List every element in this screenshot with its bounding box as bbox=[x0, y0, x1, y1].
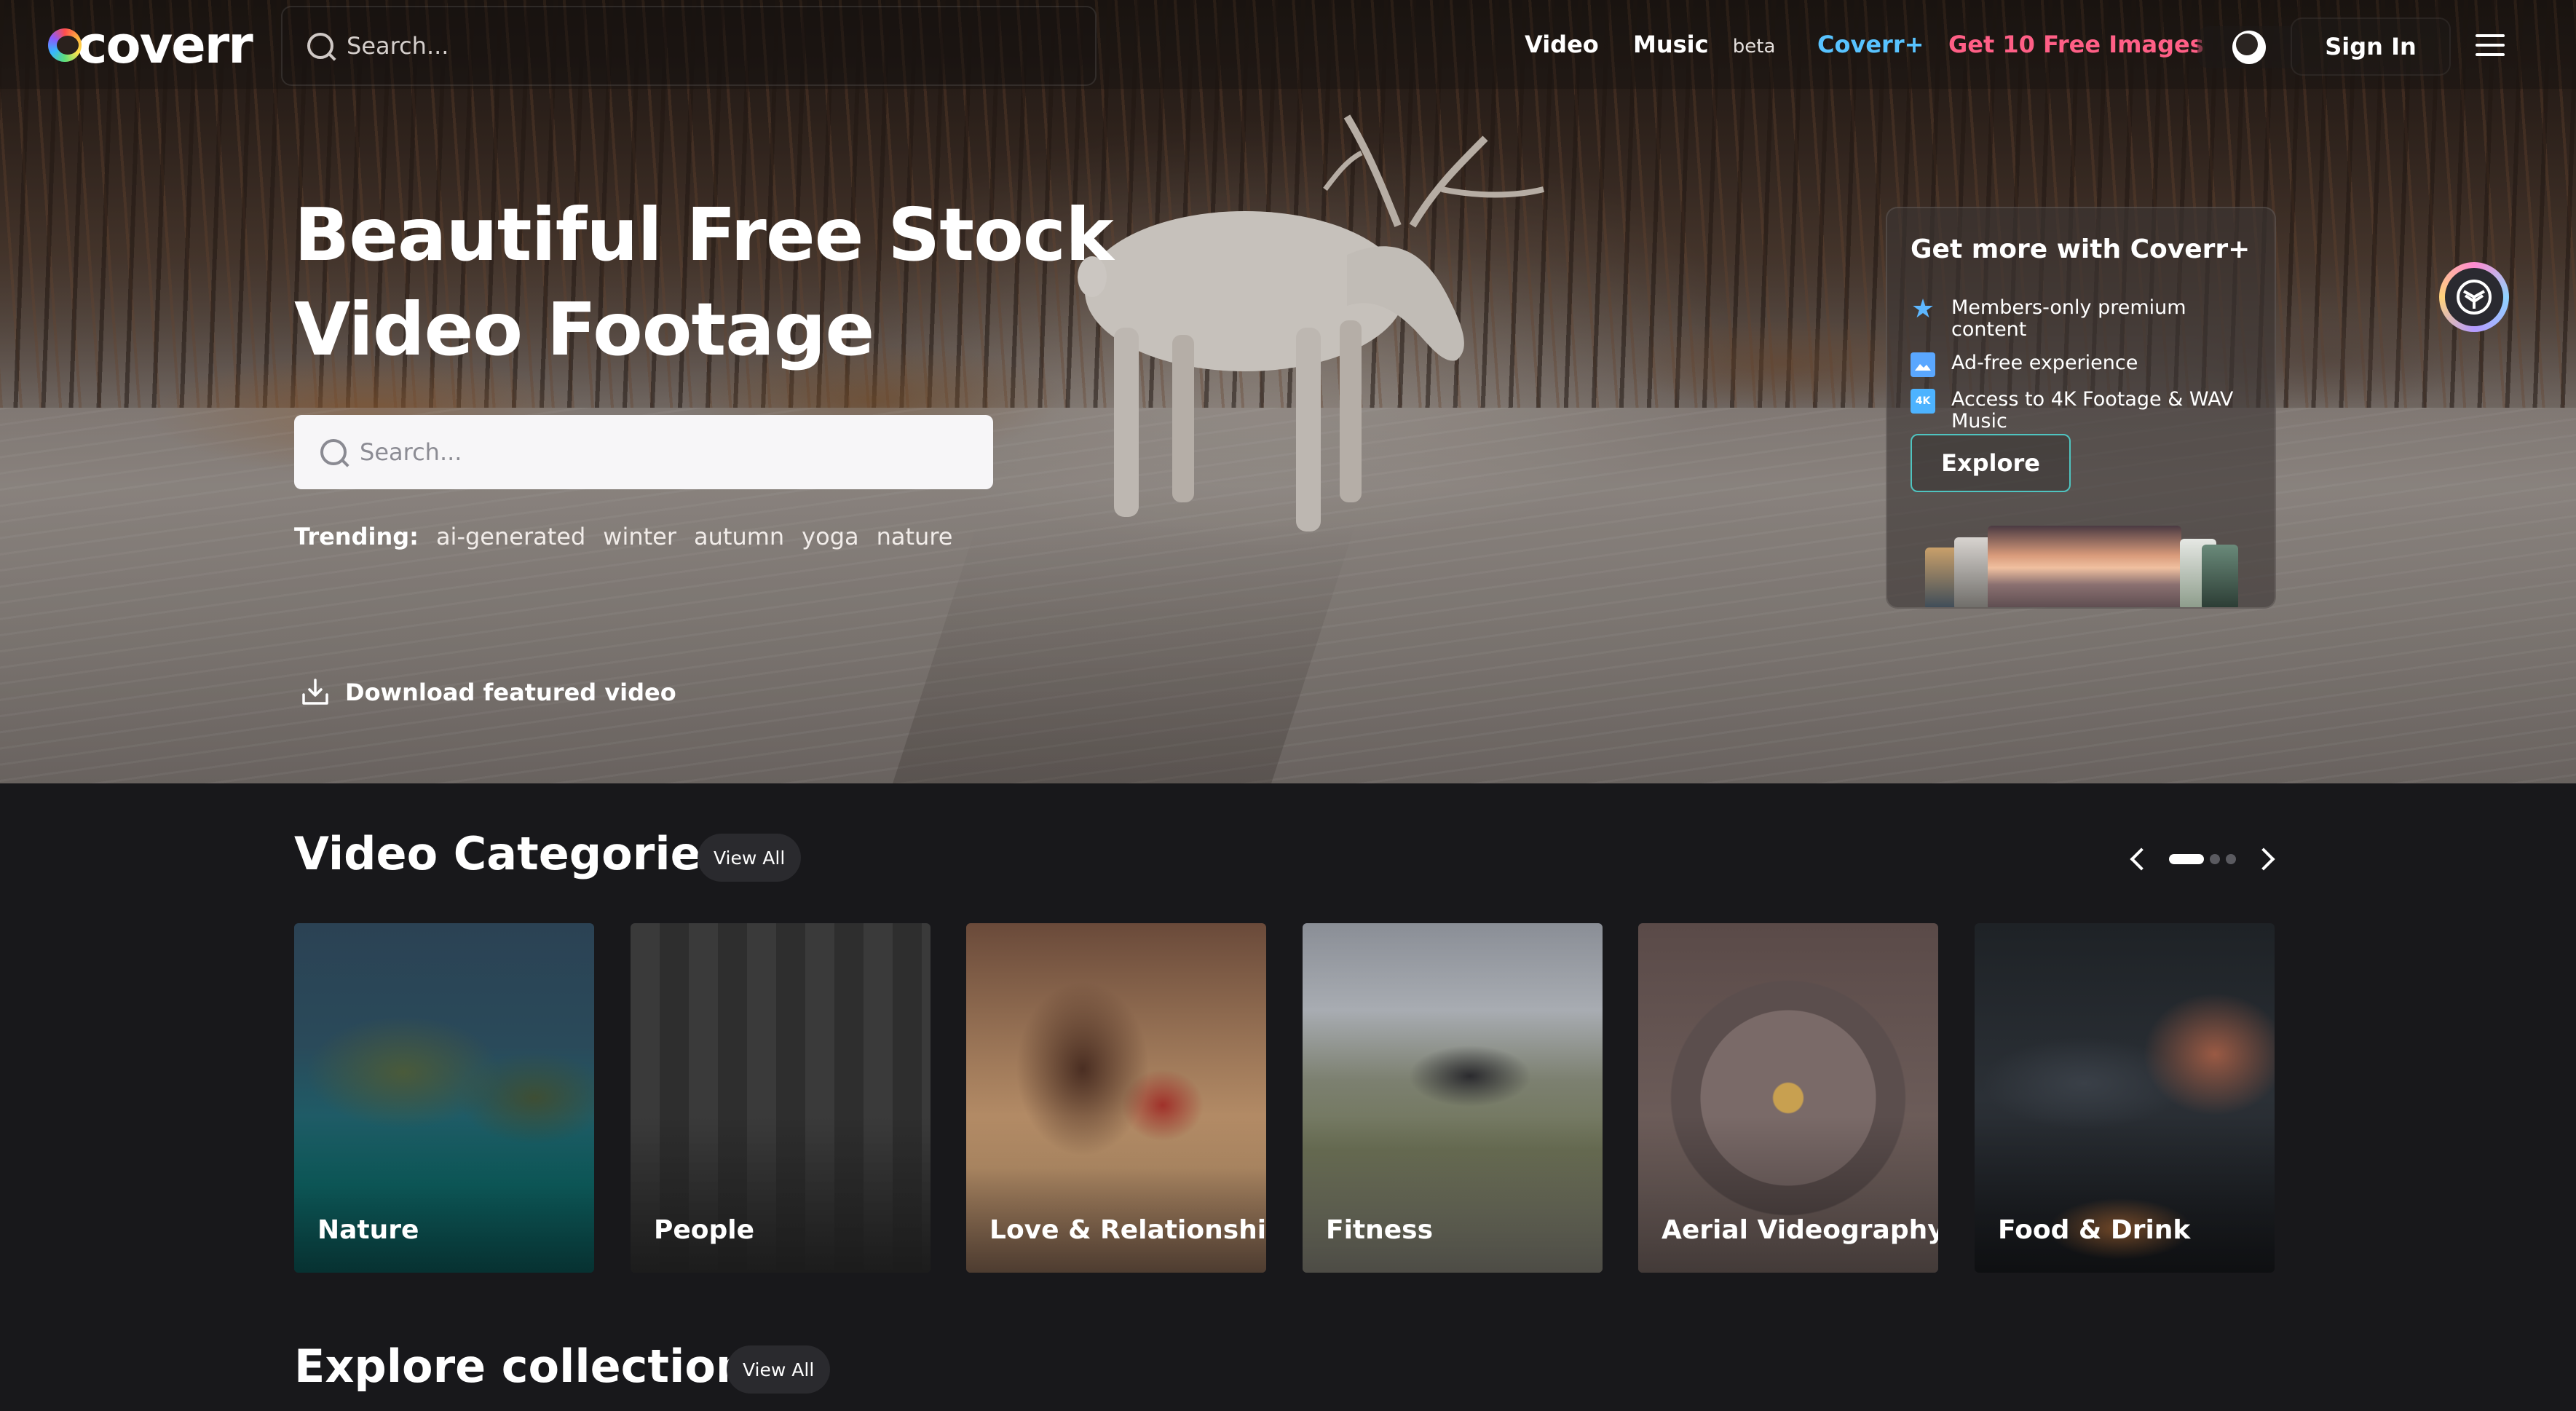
download-icon bbox=[302, 679, 328, 705]
download-featured-video-label: Download featured video bbox=[345, 679, 676, 706]
promo-preview-thumbnails bbox=[1925, 526, 2245, 607]
explore-collections-title: Explore collections bbox=[294, 1340, 775, 1393]
preview-thumbnail bbox=[2202, 545, 2238, 607]
carousel-dot[interactable] bbox=[2226, 854, 2236, 864]
coverr-logo[interactable]: coverr bbox=[48, 15, 253, 75]
category-card-food-drink[interactable]: Food & Drink bbox=[1975, 923, 2275, 1273]
trending-tag[interactable]: ai-generated bbox=[436, 523, 585, 550]
hero-title: Beautiful Free Stock Video Footage bbox=[294, 192, 1114, 372]
chevron-right-icon[interactable] bbox=[2252, 847, 2275, 871]
category-card-nature[interactable]: Nature bbox=[294, 923, 594, 1273]
category-card-people[interactable]: People bbox=[631, 923, 931, 1273]
categories-carousel-controls bbox=[2126, 845, 2279, 874]
promo-feature-label: Access to 4K Footage & WAV Music bbox=[1951, 388, 2234, 432]
trending-tag[interactable]: autumn bbox=[694, 523, 784, 550]
music-beta-badge: beta bbox=[1732, 36, 1776, 58]
logo-text: coverr bbox=[77, 15, 253, 75]
coverr-plus-promo-card: Get more with Coverr+ ★ Members-only pre… bbox=[1886, 207, 2276, 609]
ad-free-icon bbox=[1911, 352, 1935, 377]
hero-section: coverr Video Music beta Coverr+ Get 10 F… bbox=[0, 0, 2576, 783]
nav-link-free-images[interactable]: Get 10 Free Images bbox=[1948, 28, 2204, 61]
nav-search-bar[interactable] bbox=[281, 6, 1097, 86]
hamburger-icon[interactable] bbox=[2476, 32, 2505, 58]
category-card-love-relationships[interactable]: Love & Relationships bbox=[966, 923, 1266, 1273]
assistant-icon bbox=[2445, 268, 2503, 326]
category-card-aerial-videography[interactable]: Aerial Videography bbox=[1638, 923, 1938, 1273]
hero-search-bar[interactable] bbox=[294, 415, 993, 489]
top-navigation: coverr Video Music beta Coverr+ Get 10 F… bbox=[0, 0, 2576, 89]
category-card-fitness[interactable]: Fitness bbox=[1303, 923, 1603, 1273]
nav-link-music-label: Music bbox=[1633, 31, 1709, 58]
premium-star-icon: ★ bbox=[1911, 294, 1935, 324]
nav-link-music[interactable]: Music beta bbox=[1633, 28, 1775, 63]
carousel-dot[interactable] bbox=[2169, 854, 2204, 864]
video-categories-title: Video Categories bbox=[294, 827, 728, 880]
category-label: Food & Drink bbox=[1998, 1215, 2191, 1245]
promo-feature-list: ★ Members-only premium content Ad-free e… bbox=[1911, 294, 2260, 444]
logo-mark-icon bbox=[48, 28, 82, 62]
nav-link-video[interactable]: Video bbox=[1525, 28, 1599, 61]
4k-icon: 4K bbox=[1911, 389, 1935, 414]
trending-tag[interactable]: nature bbox=[877, 523, 953, 550]
search-icon bbox=[320, 439, 347, 465]
promo-feature: ★ Members-only premium content bbox=[1911, 294, 2260, 341]
hero-search-input[interactable] bbox=[360, 438, 986, 466]
promo-title: Get more with Coverr+ bbox=[1911, 234, 2251, 264]
chevron-left-icon[interactable] bbox=[2130, 847, 2153, 871]
promo-feature: 4K Access to 4K Footage & WAV Music bbox=[1911, 389, 2260, 432]
moon-icon bbox=[2232, 31, 2266, 64]
preview-thumbnail bbox=[1988, 526, 2181, 607]
nav-search-input[interactable] bbox=[347, 32, 1002, 60]
sign-in-button[interactable]: Sign In bbox=[2291, 17, 2451, 76]
category-label: Fitness bbox=[1326, 1215, 1434, 1245]
trending-tags: Trending: ai-generated winter autumn yog… bbox=[294, 523, 970, 550]
search-icon bbox=[307, 33, 333, 59]
trending-tag[interactable]: winter bbox=[603, 523, 676, 550]
category-label: People bbox=[654, 1215, 755, 1245]
category-label: Aerial Videography bbox=[1662, 1215, 1938, 1245]
category-label: Nature bbox=[317, 1215, 419, 1245]
promo-feature-label: Members-only premium content bbox=[1951, 296, 2186, 341]
download-featured-video-link[interactable]: Download featured video bbox=[300, 677, 676, 708]
categories-view-all-button[interactable]: View All bbox=[698, 834, 802, 882]
trending-label: Trending: bbox=[294, 523, 419, 550]
promo-feature: Ad-free experience bbox=[1911, 352, 2260, 377]
promo-feature-label: Ad-free experience bbox=[1951, 352, 2138, 374]
theme-toggle-button[interactable] bbox=[2197, 26, 2301, 68]
assistant-widget-button[interactable] bbox=[2439, 262, 2509, 332]
carousel-dot[interactable] bbox=[2210, 854, 2220, 864]
category-label: Love & Relationships bbox=[989, 1215, 1266, 1245]
explore-button[interactable]: Explore bbox=[1911, 434, 2071, 492]
carousel-pagination bbox=[2166, 854, 2239, 864]
collections-view-all-button[interactable]: View All bbox=[727, 1345, 831, 1394]
nav-link-coverr-plus[interactable]: Coverr+ bbox=[1817, 28, 1924, 61]
trending-tag[interactable]: yoga bbox=[802, 523, 858, 550]
